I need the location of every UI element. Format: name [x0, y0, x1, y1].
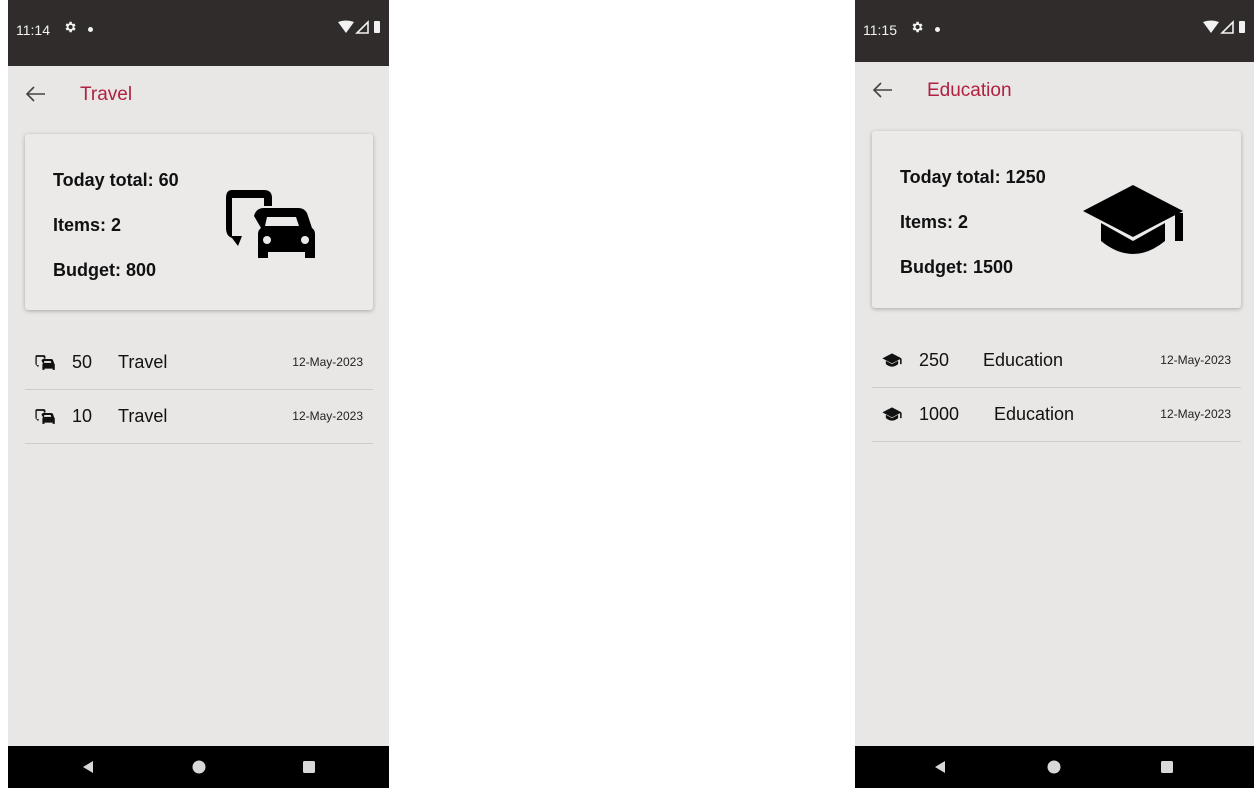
page-title: Education: [927, 80, 1012, 101]
entry-category: Travel: [118, 352, 168, 372]
entry-date: 12-May-2023: [292, 355, 363, 369]
list-item[interactable]: 50 Travel 12-May-2023: [25, 336, 373, 390]
navigation-bar: [8, 746, 389, 788]
entry-category: Education: [994, 404, 1075, 424]
system-status-icons: [338, 20, 380, 34]
nav-recents-icon[interactable]: [1159, 759, 1175, 775]
entry-amount: 250: [919, 350, 950, 370]
entry-date: 12-May-2023: [1160, 407, 1231, 421]
status-bar: 11:14: [8, 0, 389, 66]
page-title: Travel: [80, 84, 133, 105]
entry-amount: 1000: [919, 404, 960, 424]
battery-icon: [1239, 21, 1245, 33]
expense-list: 250 Education 12-May-2023 1000 Education…: [872, 334, 1241, 442]
wifi-icon: [1203, 20, 1219, 33]
entry-amount: 10: [72, 406, 93, 426]
nav-home-icon[interactable]: [191, 759, 207, 775]
notification-dot-icon: [88, 27, 93, 32]
app-bar: Education: [855, 62, 1254, 120]
back-arrow-icon[interactable]: [871, 80, 893, 100]
battery-icon: [374, 21, 380, 33]
commute-icon: [226, 190, 315, 258]
nav-back-icon[interactable]: [80, 759, 96, 775]
commute-icon: [35, 409, 55, 424]
nav-recents-icon[interactable]: [301, 759, 317, 775]
entry-amount: 50: [72, 352, 93, 372]
today-total: Today total: 1250: [900, 167, 1046, 187]
today-total: Today total: 60: [53, 170, 179, 190]
education-screen: 11:15 Education Today total: 1250 Items:…: [855, 0, 1254, 788]
settings-gear-icon: [65, 21, 76, 33]
entry-category: Travel: [118, 406, 168, 426]
notification-dot-icon: [935, 27, 940, 32]
list-item[interactable]: 1000 Education 12-May-2023: [872, 388, 1241, 442]
app-bar: Travel: [8, 66, 389, 124]
signal-icon: [355, 20, 369, 34]
back-arrow-icon[interactable]: [24, 84, 46, 104]
nav-back-icon[interactable]: [932, 759, 948, 775]
school-icon: [1083, 185, 1183, 254]
signal-icon: [1220, 20, 1234, 34]
list-item[interactable]: 10 Travel 12-May-2023: [25, 390, 373, 444]
expense-list: 50 Travel 12-May-2023 10 Travel 12-May-2…: [25, 336, 373, 444]
status-time: 11:15: [863, 22, 897, 38]
status-bar: 11:15: [855, 0, 1254, 62]
navigation-bar: [855, 746, 1254, 788]
wifi-icon: [338, 20, 354, 33]
system-status-icons: [1203, 20, 1245, 34]
nav-home-icon[interactable]: [1046, 759, 1062, 775]
status-time: 11:14: [16, 22, 50, 38]
budget: Budget: 1500: [900, 257, 1014, 277]
commute-icon: [35, 355, 55, 370]
entry-date: 12-May-2023: [292, 409, 363, 423]
budget: Budget: 800: [53, 260, 157, 280]
travel-screen: 11:14 Travel Today total: 60 Items: 2 Bu…: [8, 0, 389, 788]
school-icon: [882, 407, 902, 421]
school-icon: [882, 353, 902, 367]
items-count: Items: 2: [900, 212, 969, 232]
items-count: Items: 2: [53, 215, 122, 235]
summary-card: Today total: 60 Items: 2 Budget: 800: [25, 134, 373, 310]
summary-card: Today total: 1250 Items: 2 Budget: 1500: [872, 131, 1241, 308]
settings-gear-icon: [912, 21, 923, 33]
entry-date: 12-May-2023: [1160, 353, 1231, 367]
entry-category: Education: [983, 350, 1064, 370]
list-item[interactable]: 250 Education 12-May-2023: [872, 334, 1241, 388]
